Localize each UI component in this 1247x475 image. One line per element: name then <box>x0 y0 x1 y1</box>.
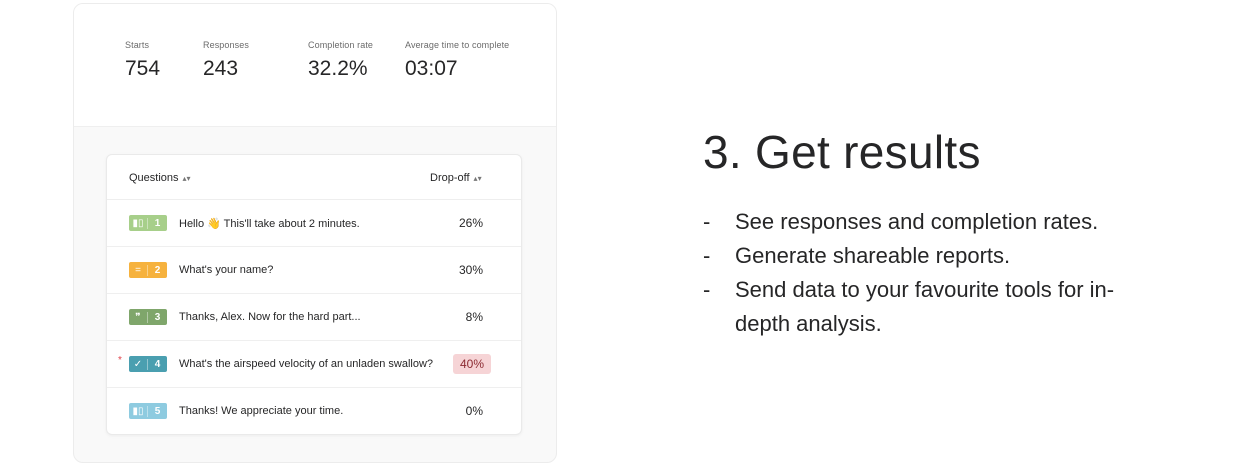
question-number: 5 <box>147 405 167 417</box>
dash: - <box>703 243 711 268</box>
stat-label: Completion rate <box>308 40 374 50</box>
dropoff-value: 30% <box>458 263 483 277</box>
dropoff-table: Questions ▴▾ Drop-off ▴▾ ▮▯ 1 Hello 👋 This… <box>106 154 522 435</box>
dash: - <box>703 277 711 302</box>
feature-list: - See responses and completion rates. - … <box>703 205 1203 341</box>
stat-label: Responses <box>203 40 249 50</box>
question-number: 3 <box>147 311 167 323</box>
question-text: Hello 👋 This'll take about 2 minutes. <box>179 218 360 230</box>
questions-header-label: Questions <box>129 172 179 184</box>
sort-icon[interactable]: ▴▾ <box>474 174 482 183</box>
stat-starts: Starts 754 <box>125 40 160 81</box>
question-badge: ▮▯ 1 <box>129 215 167 231</box>
feature-text: Generate shareable reports. <box>735 243 1011 268</box>
stat-value: 754 <box>125 57 161 80</box>
feature-text: Send data to your favourite tools for in… <box>735 277 1115 336</box>
dropoff-header-label: Drop-off <box>430 172 470 184</box>
table-header: Questions ▴▾ Drop-off ▴▾ <box>107 155 521 200</box>
short-text-icon: = <box>135 264 141 276</box>
dropoff-value: 40% <box>452 354 491 374</box>
stat-value: 32.2% <box>308 57 368 80</box>
sort-icon[interactable]: ▴▾ <box>183 174 191 183</box>
question-number: 1 <box>147 217 167 229</box>
table-row[interactable]: = 2 What's your name? 30% <box>107 247 521 294</box>
question-badge: ✓ 4 <box>129 356 167 372</box>
table-row[interactable]: ▮▯ 5 Thanks! We appreciate your time. 0% <box>107 388 521 434</box>
question-text: Thanks, Alex. Now for the hard part... <box>179 311 361 323</box>
feature-item: - See responses and completion rates. <box>703 205 1203 239</box>
end-screen-icon: ▮▯ <box>132 405 144 417</box>
question-text: What's your name? <box>179 264 274 276</box>
stat-label: Average time to complete <box>405 40 510 50</box>
dropoff-column-header[interactable]: Drop-off ▴▾ <box>430 172 482 184</box>
question-badge: ▮▯ 5 <box>129 403 167 419</box>
page-title: 3. Get results <box>703 126 981 178</box>
stat-value: 03:07 <box>405 57 458 80</box>
feature-item: - Send data to your favourite tools for … <box>703 273 1155 341</box>
checkmark-icon: ✓ <box>133 358 143 370</box>
question-text: What's the airspeed velocity of an unlad… <box>179 358 434 370</box>
quote-icon: ❞ <box>135 311 141 323</box>
dropoff-value: 8% <box>465 310 483 324</box>
stat-completion-rate: Completion rate 32.2% <box>308 40 373 81</box>
results-panel: Starts 754 Responses 243 Completion rate… <box>73 3 557 463</box>
table-row[interactable]: ▮▯ 1 Hello 👋 This'll take about 2 minute… <box>107 200 521 247</box>
questions-column-header[interactable]: Questions ▴▾ <box>129 172 191 184</box>
feature-text: See responses and completion rates. <box>735 209 1099 234</box>
stat-value: 243 <box>203 57 239 80</box>
required-marker: * <box>118 355 122 366</box>
dropoff-value: 0% <box>465 404 483 418</box>
table-row[interactable]: * ✓ 4 What's the airspeed velocity of an… <box>107 341 521 388</box>
dropoff-value: 26% <box>458 216 483 230</box>
question-badge: ❞ 3 <box>129 309 167 325</box>
welcome-screen-icon: ▮▯ <box>132 217 144 229</box>
feature-item: - Generate shareable reports. <box>703 239 1203 273</box>
question-text: Thanks! We appreciate your time. <box>179 405 344 417</box>
stat-label: Starts <box>125 40 150 50</box>
question-number: 4 <box>147 358 167 370</box>
stat-responses: Responses 243 <box>203 40 249 81</box>
stats-bar: Starts 754 Responses 243 Completion rate… <box>74 4 556 127</box>
table-row[interactable]: ❞ 3 Thanks, Alex. Now for the hard part.… <box>107 294 521 341</box>
stat-average-time: Average time to complete 03:07 <box>405 40 509 81</box>
question-badge: = 2 <box>129 262 167 278</box>
question-number: 2 <box>147 264 167 276</box>
dash: - <box>703 209 711 234</box>
